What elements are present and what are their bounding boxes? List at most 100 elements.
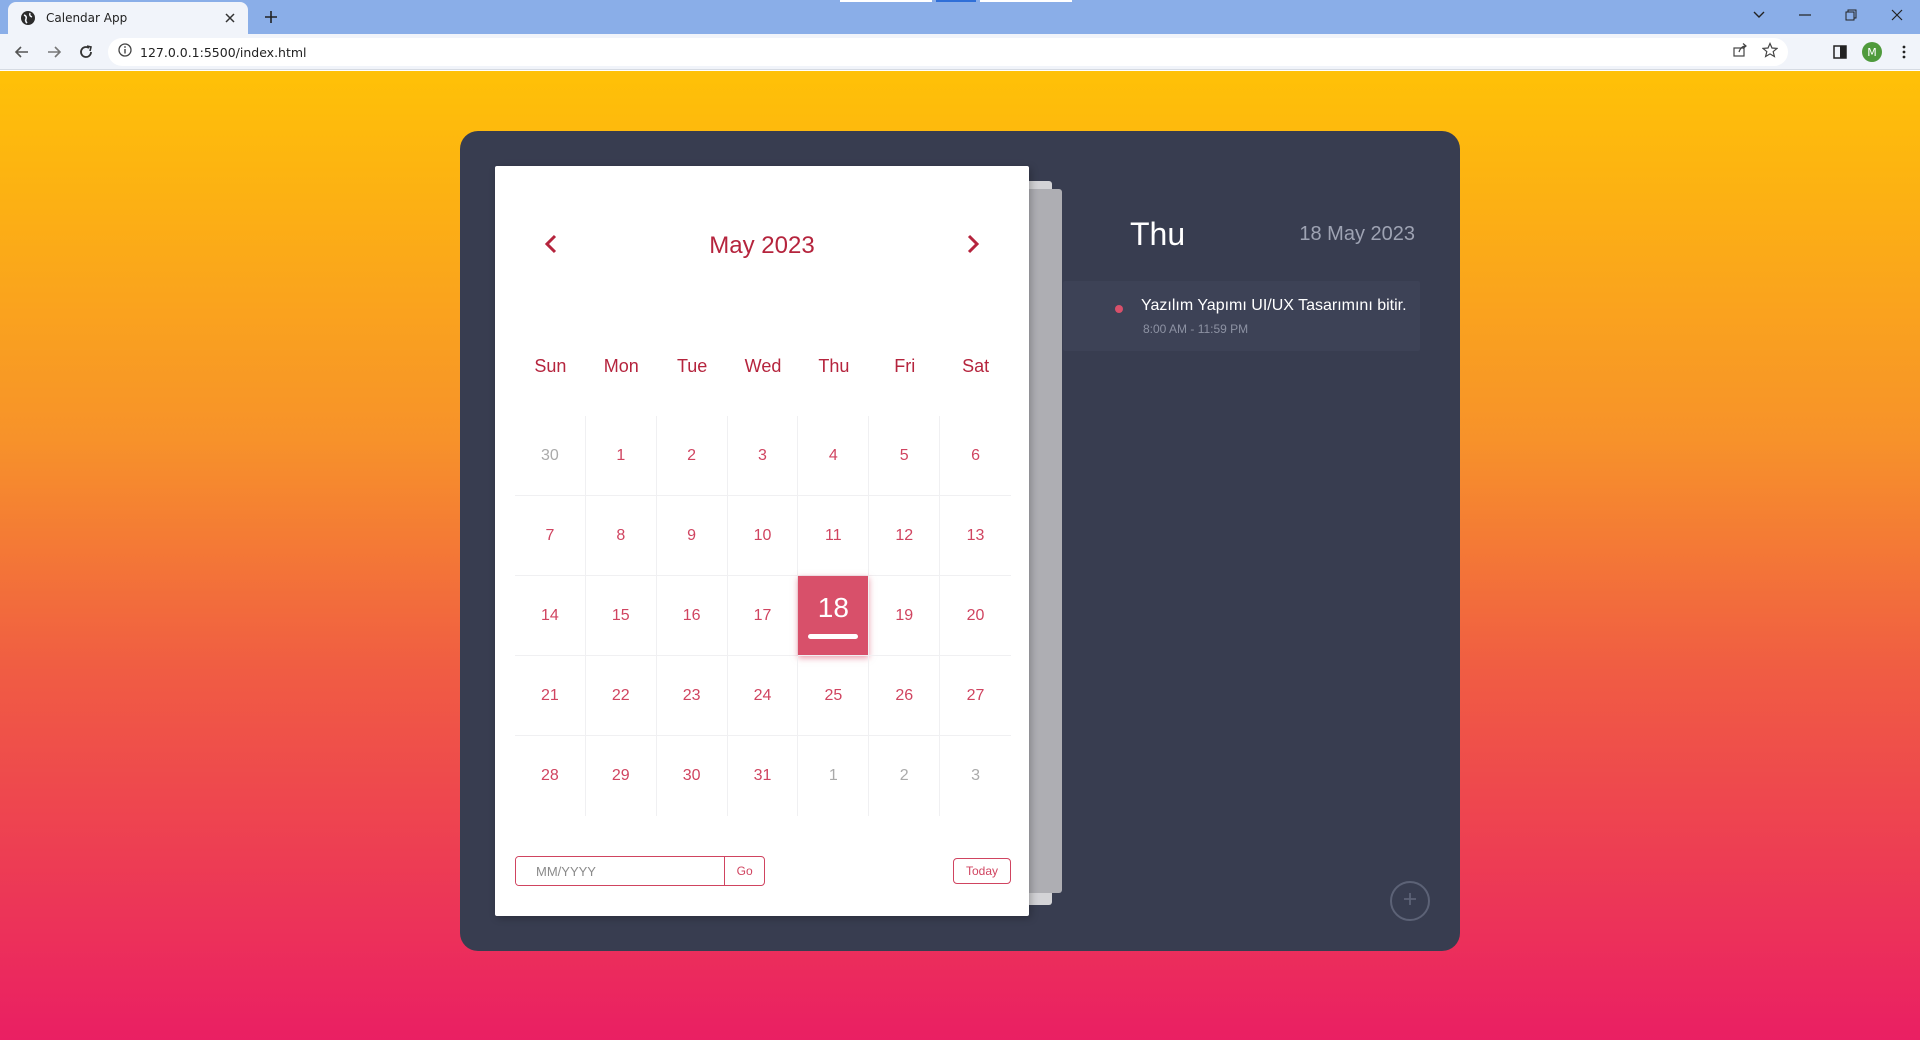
day-cell[interactable]: 24 — [727, 656, 799, 736]
tab-title: Calendar App — [46, 11, 128, 25]
address-bar[interactable]: 127.0.0.1:5500/index.html — [108, 38, 1788, 66]
day-number: 25 — [824, 686, 843, 704]
event-item[interactable]: Yazılım Yapımı UI/UX Tasarımını bitir. 8… — [1063, 281, 1420, 351]
day-number: 2 — [899, 767, 909, 784]
side-panel-icon[interactable] — [1824, 40, 1856, 64]
forward-icon[interactable] — [42, 40, 66, 64]
day-number: 7 — [545, 526, 555, 544]
tab-strip-indicator — [840, 0, 1080, 2]
goto-date-group: Go — [515, 856, 765, 886]
today-button[interactable]: Today — [953, 858, 1011, 884]
day-number: 1 — [616, 446, 626, 464]
weekday-label: Sat — [962, 356, 990, 376]
weekday-label: Thu — [818, 356, 850, 376]
day-number: 14 — [541, 606, 559, 624]
close-icon[interactable] — [222, 10, 238, 26]
bookmark-star-icon[interactable] — [1761, 42, 1779, 63]
day-number: 31 — [753, 767, 772, 784]
day-cell[interactable]: 13 — [940, 496, 1011, 576]
day-cell[interactable]: 19 — [869, 576, 941, 656]
weekday-label: Tue — [676, 356, 708, 376]
event-title: Yazılım Yapımı UI/UX Tasarımını bitir. — [1141, 297, 1407, 314]
day-cell[interactable]: 29 — [586, 736, 657, 816]
day-cell[interactable]: 30 — [657, 736, 728, 816]
day-cell[interactable]: 21 — [515, 656, 586, 736]
selected-day-indicator — [808, 634, 859, 639]
goto-date-input[interactable] — [516, 857, 725, 885]
omnibox-actions — [1732, 42, 1779, 63]
calendar-header: May 2023 — [495, 226, 1029, 266]
info-icon[interactable] — [118, 42, 132, 62]
day-cell[interactable]: 1 — [798, 736, 870, 816]
day-number: 22 — [611, 686, 630, 704]
day-number: 15 — [611, 606, 630, 624]
reload-icon[interactable] — [74, 40, 98, 64]
calendar-card: May 2023 Sun Mon Tue Wed Thu Fri Sat 30 1… — [495, 166, 1029, 916]
day-cell[interactable]: 5 — [869, 416, 941, 496]
day-number: 23 — [682, 686, 701, 704]
day-cell[interactable]: 26 — [869, 656, 941, 736]
day-cell[interactable]: 3 — [727, 416, 799, 496]
day-cell[interactable]: 7 — [515, 496, 586, 576]
event-time: 8:00 AM - 11:59 PM — [1143, 322, 1249, 336]
close-window-icon[interactable] — [1874, 0, 1920, 30]
day-number: 10 — [753, 526, 772, 544]
selected-day-name: Thu — [1130, 216, 1186, 252]
go-button[interactable]: Go — [724, 857, 764, 885]
restore-icon[interactable] — [1828, 0, 1874, 30]
day-number: 29 — [611, 767, 630, 784]
day-cell[interactable]: 20 — [940, 576, 1011, 656]
day-cell[interactable]: 23 — [656, 656, 728, 736]
day-cell[interactable]: 4 — [798, 416, 870, 496]
day-cell[interactable]: 17 — [727, 576, 799, 656]
day-cell[interactable]: 2 — [656, 416, 728, 496]
day-number: 19 — [895, 606, 914, 624]
day-cell[interactable]: 15 — [585, 576, 657, 656]
weekday-label: Fri — [894, 356, 916, 376]
day-number: 26 — [895, 686, 914, 704]
day-number: 12 — [895, 526, 914, 544]
day-number: 30 — [541, 446, 559, 464]
day-number: 30 — [682, 767, 701, 784]
day-number: 8 — [616, 526, 626, 544]
day-cell[interactable]: 25 — [798, 656, 870, 736]
chevron-right-icon — [966, 233, 980, 260]
day-cell[interactable]: 28 — [515, 736, 586, 816]
day-cell[interactable]: 6 — [940, 416, 1011, 496]
profile-avatar[interactable]: M — [1856, 40, 1888, 64]
browser-tab[interactable]: Calendar App — [8, 2, 248, 34]
globe-icon — [20, 10, 36, 26]
day-cell[interactable]: 30 — [515, 416, 586, 496]
menu-kebab-icon[interactable] — [1888, 40, 1920, 64]
day-number: 24 — [753, 686, 772, 704]
day-cell[interactable]: 31 — [728, 736, 799, 816]
day-number: 11 — [825, 526, 842, 544]
day-cell[interactable]: 8 — [585, 496, 657, 576]
day-number: 3 — [758, 446, 767, 464]
day-cell[interactable]: 27 — [940, 656, 1011, 736]
minimize-icon[interactable] — [1782, 0, 1828, 30]
day-cell[interactable]: 1 — [585, 416, 657, 496]
day-cell[interactable]: 2 — [869, 736, 941, 816]
day-cell-selected[interactable]: 18 — [798, 576, 870, 656]
day-cell[interactable]: 14 — [515, 576, 586, 656]
weekday-header: Sun Mon Tue Wed Thu Fri Sat — [515, 356, 1011, 377]
day-number: 28 — [541, 767, 559, 784]
day-cell[interactable]: 10 — [727, 496, 799, 576]
browser-toolbar: 127.0.0.1:5500/index.html M — [0, 34, 1920, 70]
day-cell[interactable]: 16 — [656, 576, 728, 656]
weekday-label: Mon — [603, 356, 639, 376]
day-number: 21 — [541, 686, 559, 704]
next-month-button[interactable] — [955, 228, 991, 264]
share-icon[interactable] — [1732, 42, 1748, 63]
day-cell[interactable]: 12 — [869, 496, 941, 576]
day-cell[interactable]: 3 — [940, 736, 1011, 816]
tab-search-icon[interactable] — [1736, 0, 1782, 30]
new-tab-button[interactable] — [260, 6, 282, 28]
day-cell[interactable]: 9 — [656, 496, 728, 576]
day-number: 2 — [687, 446, 697, 464]
add-event-button[interactable] — [1390, 881, 1430, 921]
day-cell[interactable]: 11 — [798, 496, 870, 576]
day-cell[interactable]: 22 — [585, 656, 657, 736]
back-icon[interactable] — [10, 40, 34, 64]
